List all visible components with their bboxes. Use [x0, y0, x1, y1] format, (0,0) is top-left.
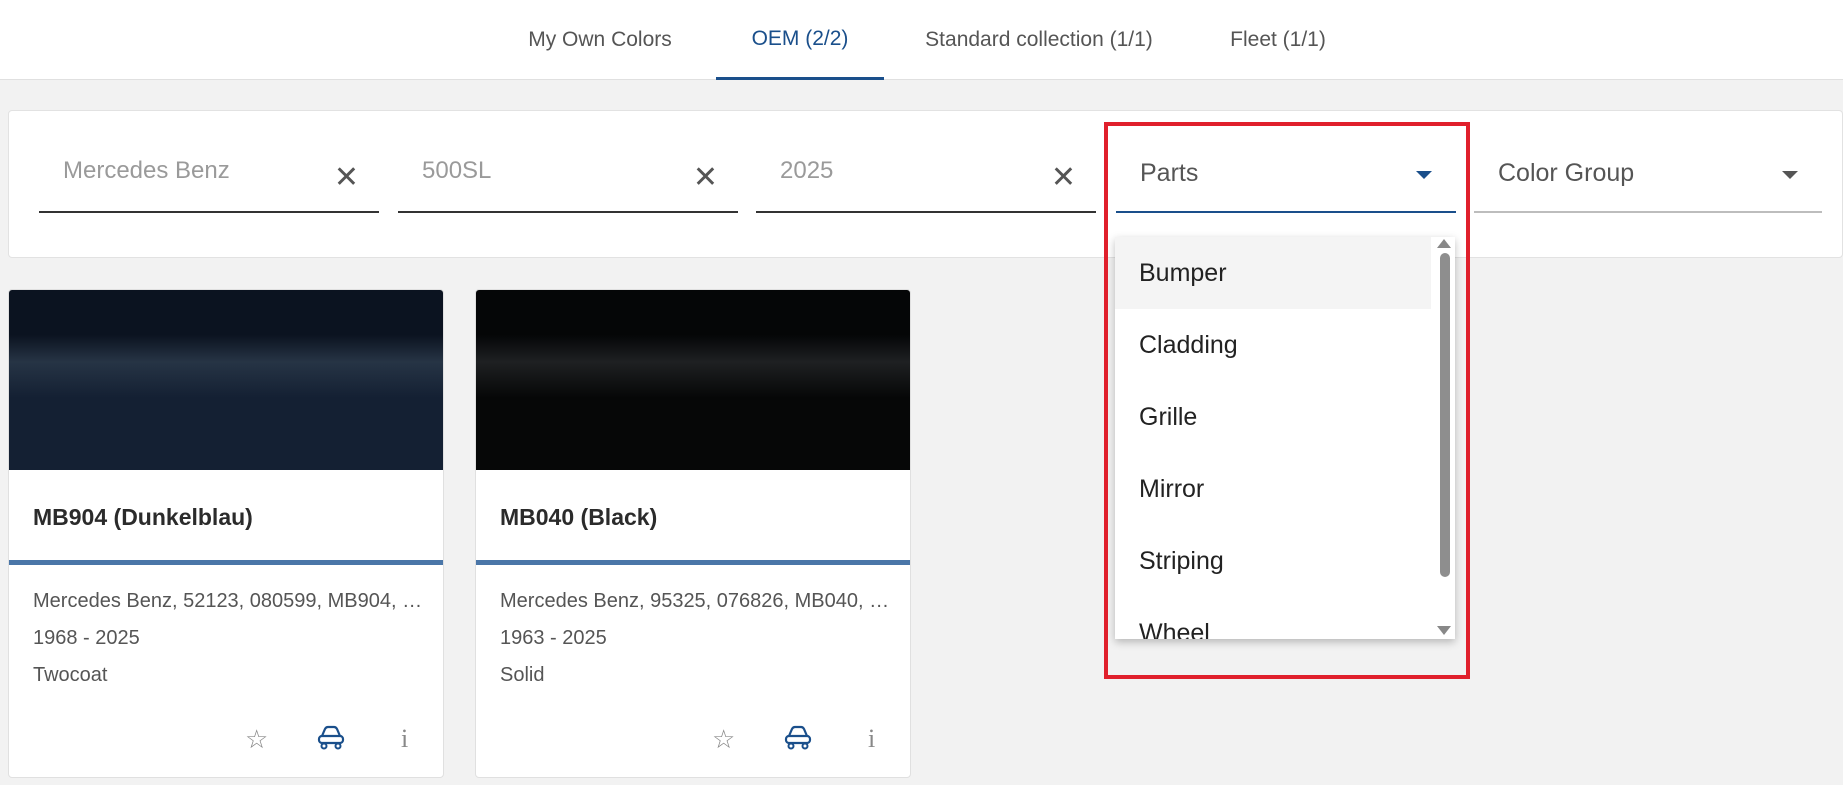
parts-dropdown-menu: Bumper Cladding Grille Mirror Striping W…	[1115, 237, 1455, 639]
tab-standard-collection[interactable]: Standard collection (1/1)	[904, 0, 1174, 80]
info-icon[interactable]: i	[868, 724, 875, 754]
color-card-years: 1963 - 2025	[500, 627, 607, 649]
color-card[interactable]: MB040 (Black) Mercedes Benz, 95325, 0768…	[475, 289, 911, 778]
car-icon[interactable]	[784, 724, 812, 757]
color-group-select-label: Color Group	[1498, 159, 1635, 187]
color-card[interactable]: MB904 (Dunkelblau) Mercedes Benz, 52123,…	[8, 289, 444, 778]
model-field: ✕	[398, 133, 738, 213]
filter-bar: ✕ ✕ ✕ Parts Color Group	[8, 110, 1843, 258]
color-swatch	[476, 290, 910, 470]
car-icon-graphic	[784, 725, 812, 750]
dropdown-option-wheel[interactable]: Wheel	[1115, 597, 1431, 640]
dropdown-scrollbar[interactable]	[1433, 237, 1455, 639]
color-card-details: Mercedes Benz, 52123, 080599, MB904, 904…	[33, 590, 433, 612]
color-card-title: MB904 (Dunkelblau)	[33, 504, 253, 530]
card-divider	[476, 560, 910, 565]
card-divider	[9, 560, 443, 565]
dropdown-option-mirror[interactable]: Mirror	[1115, 453, 1431, 525]
tab-my-own-colors[interactable]: My Own Colors	[508, 0, 692, 80]
color-group-select[interactable]: Color Group	[1474, 133, 1822, 213]
clear-year-icon[interactable]: ✕	[1051, 163, 1076, 193]
chevron-down-icon	[1782, 171, 1798, 179]
year-input[interactable]	[780, 157, 1030, 185]
dropdown-option-bumper[interactable]: Bumper	[1115, 237, 1431, 309]
info-icon[interactable]: i	[401, 724, 408, 754]
car-icon-graphic	[317, 725, 345, 750]
color-swatch	[9, 290, 443, 470]
make-field: ✕	[39, 133, 379, 213]
color-card-type: Solid	[500, 664, 545, 686]
color-card-type: Twocoat	[33, 664, 108, 686]
star-icon[interactable]: ☆	[712, 724, 735, 755]
scroll-up-icon[interactable]	[1437, 239, 1451, 248]
car-icon[interactable]	[317, 724, 345, 757]
parts-select-label: Parts	[1140, 159, 1199, 187]
tab-fleet[interactable]: Fleet (1/1)	[1204, 0, 1352, 80]
dropdown-option-cladding[interactable]: Cladding	[1115, 309, 1431, 381]
make-input[interactable]	[63, 157, 313, 185]
clear-make-icon[interactable]: ✕	[334, 163, 359, 193]
tab-oem[interactable]: OEM (2/2)	[716, 0, 884, 80]
dropdown-option-striping[interactable]: Striping	[1115, 525, 1431, 597]
dropdown-option-grille[interactable]: Grille	[1115, 381, 1431, 453]
tab-bar: My Own Colors OEM (2/2) Standard collect…	[0, 0, 1843, 80]
scroll-down-icon[interactable]	[1437, 626, 1451, 635]
clear-model-icon[interactable]: ✕	[693, 163, 718, 193]
color-card-details: Mercedes Benz, 95325, 076826, MB040, 040…	[500, 590, 900, 612]
parts-select[interactable]: Parts	[1116, 133, 1456, 213]
color-card-years: 1968 - 2025	[33, 627, 140, 649]
color-card-title: MB040 (Black)	[500, 504, 658, 530]
chevron-down-icon	[1416, 171, 1432, 179]
year-field: ✕	[756, 133, 1096, 213]
scrollbar-thumb[interactable]	[1440, 253, 1450, 577]
star-icon[interactable]: ☆	[245, 724, 268, 755]
model-input[interactable]	[422, 157, 672, 185]
